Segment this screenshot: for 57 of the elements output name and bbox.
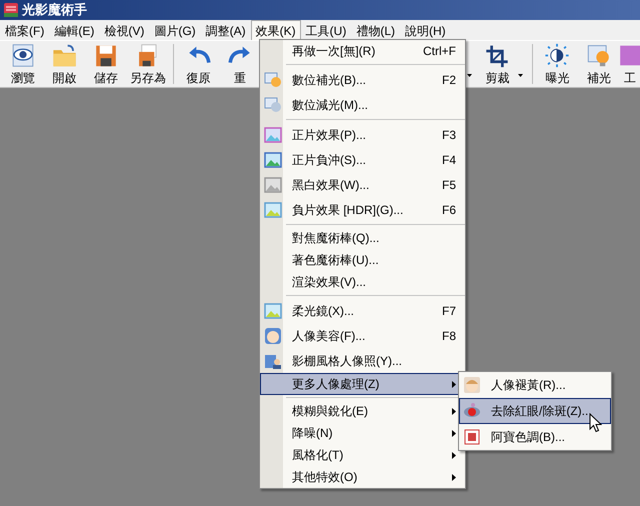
shortcut-text: F3 <box>442 126 456 144</box>
menu-bar-item[interactable]: 檢視(V) <box>99 20 150 40</box>
menu-item[interactable]: 其他特效(O) <box>260 466 465 488</box>
light-bulb-icon <box>264 70 282 88</box>
menu-bar-item[interactable]: 禮物(L) <box>351 20 400 40</box>
menu-bar-item[interactable]: 檔案(F) <box>0 20 50 40</box>
menu-item[interactable]: 人像美容(F)... F8 <box>260 323 465 348</box>
toolbar-button[interactable]: 補光 <box>578 41 620 87</box>
menu-item[interactable]: 數位補光(B)... F2 <box>260 67 465 92</box>
toolbar-button[interactable]: 復原 <box>178 41 220 87</box>
toolbar-button[interactable]: 重 <box>219 41 262 87</box>
shortcut-text: F2 <box>442 72 456 88</box>
menu-bar-item[interactable]: 說明(H) <box>400 20 451 40</box>
shortcut-text: F4 <box>442 152 456 168</box>
toolbar-button[interactable]: 瀏覽 <box>2 41 44 87</box>
menu-item[interactable]: 渲染效果(V)... <box>260 271 465 293</box>
app-logo-icon <box>3 2 19 18</box>
menu-item[interactable]: 正片負沖(S)... F4 <box>260 147 465 172</box>
toolbar-button[interactable]: 曝光 <box>536 41 578 87</box>
toolbar-button[interactable]: 另存為 <box>127 41 169 87</box>
menu-bar-item[interactable]: 圖片(G) <box>149 20 201 40</box>
menu-item[interactable]: 數位減光(M)... <box>260 92 465 117</box>
toolbar-button[interactable]: 剪裁 <box>476 41 518 87</box>
menu-item[interactable]: 柔光鏡(X)... F7 <box>260 298 465 323</box>
face-icon <box>264 326 282 344</box>
stamp-icon <box>463 428 481 446</box>
menu-bar-item[interactable]: 效果(K) <box>250 20 301 40</box>
landscape-icon <box>264 200 282 218</box>
landscape-icon <box>264 302 282 320</box>
toolbar-button[interactable]: 開啟 <box>44 41 86 87</box>
shortcut-text: F7 <box>442 302 456 320</box>
menu-item[interactable]: 影棚風格人像照(Y)... <box>260 348 465 373</box>
menu-item[interactable]: 降噪(N) <box>260 422 465 444</box>
shortcut-text: F5 <box>442 176 456 194</box>
menu-bar-item[interactable]: 工具(U) <box>300 20 352 40</box>
menu-item[interactable]: 負片效果 [HDR](G)... F6 <box>260 197 465 222</box>
landscape-icon <box>264 126 282 144</box>
menu-item[interactable]: 再做一次[無](R) Ctrl+F <box>260 40 465 62</box>
shortcut-text: F6 <box>442 202 456 218</box>
menu-item[interactable]: 去除紅眼/除斑(Z)... <box>459 398 611 424</box>
face-icon <box>463 376 481 394</box>
menu-item[interactable]: 著色魔術棒(U)... <box>260 249 465 271</box>
landscape-icon <box>264 150 282 168</box>
menu-bar-item[interactable]: 調整(A) <box>200 20 251 40</box>
menu-bar-item[interactable]: 編輯(E) <box>49 20 100 40</box>
eye-icon <box>463 402 481 420</box>
toolbar-button[interactable]: 儲存 <box>85 41 128 87</box>
window-title: 光影魔術手 <box>22 1 87 20</box>
light-bulb-icon <box>264 96 282 114</box>
toolbar-button[interactable]: 工 <box>620 41 640 87</box>
menu-item[interactable]: 正片效果(P)... F3 <box>260 122 465 147</box>
mouse-cursor-icon <box>589 413 602 433</box>
menu-item[interactable]: 對焦魔術棒(Q)... <box>260 227 465 249</box>
shortcut-text: F8 <box>442 328 456 344</box>
menu-item[interactable]: 風格化(T) <box>260 444 465 466</box>
shortcut-text: Ctrl+F <box>423 43 456 60</box>
menu-item[interactable]: 黑白效果(W)... F5 <box>260 172 465 197</box>
